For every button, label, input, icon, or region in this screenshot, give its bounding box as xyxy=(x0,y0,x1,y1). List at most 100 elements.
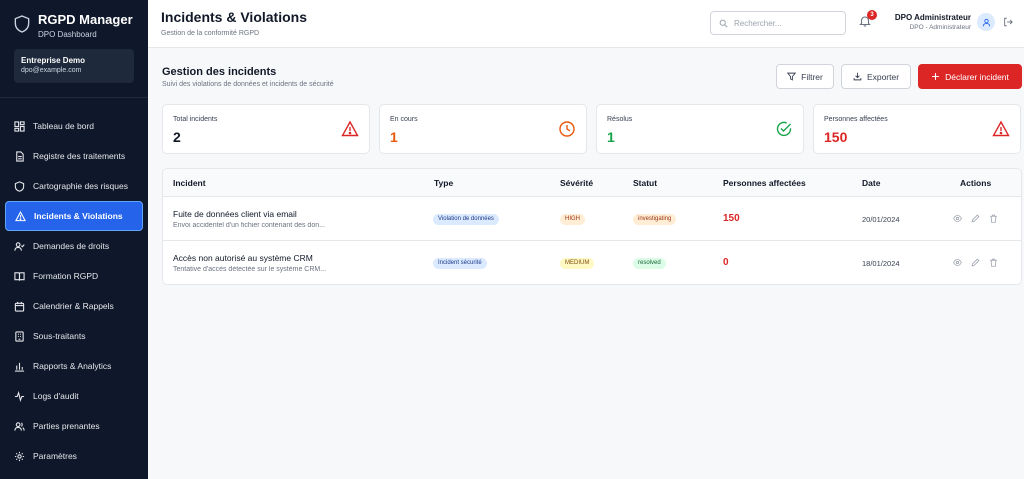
export-label: Exporter xyxy=(866,71,900,82)
status-badge: investigating xyxy=(633,214,677,225)
book-icon xyxy=(14,271,25,281)
section-title: Gestion des incidents xyxy=(162,66,277,78)
sidebar-item-label: Rapports & Analytics xyxy=(33,361,112,371)
search-input[interactable] xyxy=(734,18,834,28)
users-icon xyxy=(14,421,25,431)
incident-title: Fuite de données client via email xyxy=(173,209,297,219)
sidebar-item-sous-traitants[interactable]: Sous-traitants xyxy=(5,321,143,351)
trash-icon[interactable] xyxy=(989,258,998,267)
logout-icon[interactable] xyxy=(1003,17,1013,27)
incident-description: Tentative d'accès détectée sur le systèm… xyxy=(173,266,327,273)
incidents-table: Incident Type Sévérité Statut Personnes … xyxy=(162,168,1022,285)
brand-subtitle: DPO Dashboard xyxy=(38,30,97,39)
sidebar-item-label: Parties prenantes xyxy=(33,421,100,431)
trash-icon[interactable] xyxy=(989,214,998,223)
declare-label: Déclarer incident xyxy=(945,71,1009,82)
eye-icon[interactable] xyxy=(953,258,962,267)
sidebar-item-logs[interactable]: Logs d'audit xyxy=(5,381,143,411)
severity-badge: HIGH xyxy=(560,214,585,225)
stat-card-total: Total incidents 2 xyxy=(162,104,370,154)
column-header-date: Date xyxy=(862,178,881,188)
clock-icon xyxy=(559,121,575,137)
eye-icon[interactable] xyxy=(953,214,962,223)
avatar[interactable] xyxy=(977,13,995,31)
pencil-icon[interactable] xyxy=(971,258,980,267)
search-box[interactable] xyxy=(710,11,846,35)
affected-count: 0 xyxy=(723,257,729,268)
warning-icon xyxy=(15,210,26,221)
stat-label: Personnes affectées xyxy=(824,116,888,123)
column-header-statut: Statut xyxy=(633,178,658,188)
declare-incident-button[interactable]: Déclarer incident xyxy=(918,64,1022,89)
search-icon xyxy=(719,19,728,28)
sidebar-item-label: Logs d'audit xyxy=(33,391,79,401)
activity-icon xyxy=(14,390,25,402)
type-badge: Incident sécurité xyxy=(433,258,487,269)
sidebar-item-label: Formation RGPD xyxy=(33,271,99,281)
stat-card-resolus: Résolus 1 xyxy=(596,104,804,154)
sidebar-item-calendrier[interactable]: Calendrier & Rappels xyxy=(5,291,143,321)
sidebar-item-tableau-de-bord[interactable]: Tableau de bord xyxy=(5,111,143,141)
org-name: Entreprise Demo xyxy=(21,56,86,65)
severity-badge: MEDIUM xyxy=(560,258,595,269)
sidebar-item-label: Tableau de bord xyxy=(33,121,94,131)
brand-title: RGPD Manager xyxy=(38,12,133,27)
incident-description: Envoi accidentel d'un fichier contenant … xyxy=(173,222,325,229)
notifications-button[interactable]: 3 xyxy=(859,10,877,28)
sidebar-item-parties[interactable]: Parties prenantes xyxy=(5,411,143,441)
warning-icon xyxy=(992,120,1010,137)
user-role: DPO - Administrateur xyxy=(909,24,971,31)
sidebar-item-parametres[interactable]: Paramètres xyxy=(5,441,143,471)
sidebar-item-cartographie[interactable]: Cartographie des risques xyxy=(5,171,143,201)
column-header-actions: Actions xyxy=(960,178,992,188)
table-row[interactable]: Accès non autorisé au système CRM Tentat… xyxy=(163,241,1021,284)
organization-card[interactable]: Entreprise Demo dpo@example.com xyxy=(14,49,134,83)
stat-card-personnes: Personnes affectées 150 xyxy=(813,104,1021,154)
stat-value: 1 xyxy=(390,129,398,145)
type-badge: Violation de données xyxy=(433,214,499,225)
row-actions xyxy=(953,258,998,267)
export-button[interactable]: Exporter xyxy=(841,64,911,89)
pencil-icon[interactable] xyxy=(971,214,980,223)
sidebar-item-registre[interactable]: Registre des traitements xyxy=(5,141,143,171)
sidebar-item-label: Demandes de droits xyxy=(33,241,110,251)
grid-icon xyxy=(14,120,25,132)
stat-label: En cours xyxy=(390,116,418,123)
section-subtitle: Suivi des violations de données et incid… xyxy=(162,81,334,88)
org-email: dpo@example.com xyxy=(21,67,82,74)
top-header: Incidents & Violations Gestion de la con… xyxy=(148,0,1024,48)
incident-title: Accès non autorisé au système CRM xyxy=(173,253,313,263)
page-title: Incidents & Violations xyxy=(161,9,307,25)
calendar-icon xyxy=(14,301,25,312)
filter-icon xyxy=(787,72,797,81)
user-check-icon xyxy=(14,241,25,251)
table-row[interactable]: Fuite de données client via email Envoi … xyxy=(163,197,1021,241)
sidebar-item-demandes[interactable]: Demandes de droits xyxy=(5,231,143,261)
brand: RGPD Manager DPO Dashboard xyxy=(14,12,133,39)
shield-logo-icon xyxy=(14,15,30,33)
plus-icon xyxy=(932,73,939,80)
sidebar-item-label: Registre des traitements xyxy=(33,151,126,161)
stat-value: 150 xyxy=(824,129,848,145)
column-header-type: Type xyxy=(434,178,454,188)
user-info[interactable]: DPO Administrateur DPO - Administrateur xyxy=(893,13,971,31)
shield-icon xyxy=(14,180,25,192)
stat-value: 1 xyxy=(607,129,615,145)
notification-count-badge: 3 xyxy=(867,10,877,20)
sidebar-item-rapports[interactable]: Rapports & Analytics xyxy=(5,351,143,381)
incident-date: 20/01/2024 xyxy=(862,215,900,224)
filter-button[interactable]: Filtrer xyxy=(776,64,834,89)
download-icon xyxy=(853,72,862,81)
row-actions xyxy=(953,214,998,223)
sidebar-item-label: Cartographie des risques xyxy=(33,181,128,191)
sidebar-item-formation[interactable]: Formation RGPD xyxy=(5,261,143,291)
building-icon xyxy=(15,330,24,342)
affected-count: 150 xyxy=(723,213,740,224)
sidebar: RGPD Manager DPO Dashboard Entreprise De… xyxy=(0,0,148,479)
filter-label: Filtrer xyxy=(801,71,823,82)
incident-date: 18/01/2024 xyxy=(862,259,900,268)
sidebar-divider xyxy=(0,97,148,98)
sidebar-item-incidents[interactable]: Incidents & Violations xyxy=(5,201,143,231)
bar-chart-icon xyxy=(14,362,25,372)
stat-value: 2 xyxy=(173,129,181,145)
